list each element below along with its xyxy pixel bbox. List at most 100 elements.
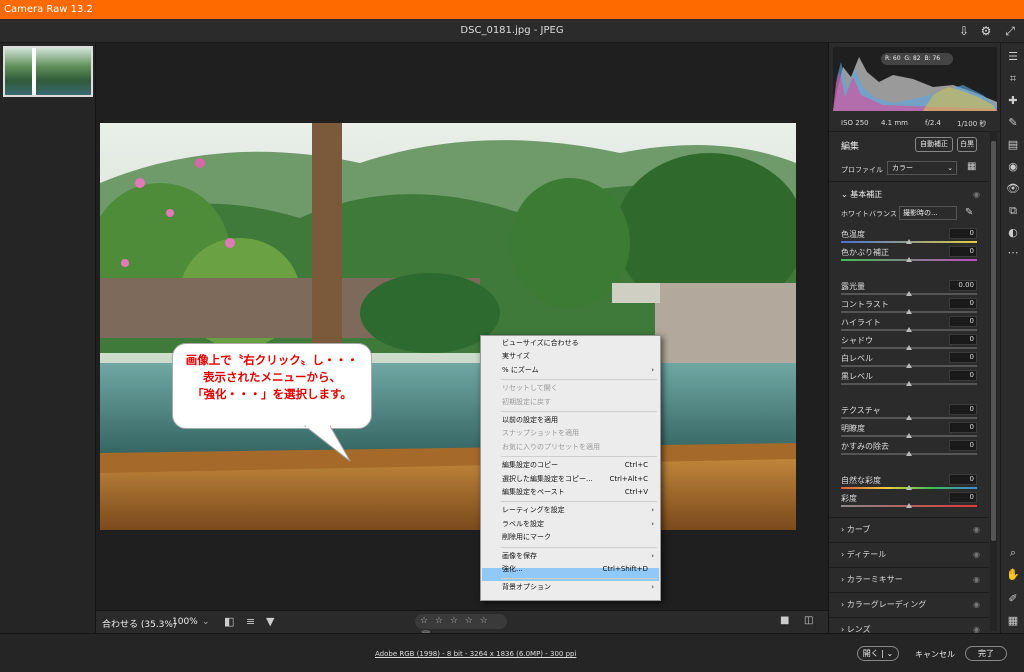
fullscreen-icon[interactable]: ⤢ [1002,23,1018,39]
eye-icon[interactable]: ◉ [973,543,980,567]
radial-icon[interactable]: ◉ [1005,159,1021,175]
more-icon[interactable]: ⋯ [1005,245,1021,261]
slider-value-field[interactable]: 0 [949,440,977,451]
slider-value-field[interactable]: 0 [949,370,977,381]
thumbnail[interactable] [3,46,93,97]
compare-icon[interactable]: ◧ [224,615,234,628]
zoom-icon[interactable]: ⌕ [1005,545,1021,561]
snapshot-icon[interactable]: ⧉ [1005,203,1021,219]
menu-item[interactable]: 背景オプション › [481,581,660,594]
auto-button[interactable]: 自動補正 [915,137,953,152]
slider-value-field[interactable]: 0 [949,228,977,239]
slider-handle[interactable] [906,485,912,490]
slider-handle[interactable] [906,363,912,368]
slider-handle[interactable] [906,239,912,244]
zoom-100-label[interactable]: 100% [172,617,198,627]
eye-icon[interactable]: ◉ [973,593,980,617]
image-info-link[interactable]: Adobe RGB (1998) - 8 bit - 3264 x 1836 (… [375,650,576,658]
bw-button[interactable]: 白黒 [957,137,977,152]
menu-item-label: リセットして開く [502,384,558,393]
profile-select[interactable]: カラー ⌄ [887,161,957,175]
panel-section[interactable]: › カラーミキサー ◉ [829,567,989,591]
section-label: カラーグレーディング [846,600,927,609]
crop-icon[interactable]: ⌗ [1005,71,1021,87]
menu-item[interactable]: 以前の設定を適用 [481,414,660,427]
menu-item[interactable]: 編集設定のコピー Ctrl+C [481,459,660,472]
slider-value-field[interactable]: 0 [949,298,977,309]
slider-handle[interactable] [906,503,912,508]
wb-select[interactable]: 撮影時の... [899,206,957,220]
split-view-icon[interactable]: ◫ [804,615,813,626]
slider-value-field[interactable]: 0 [949,492,977,503]
slider-handle[interactable] [906,327,912,332]
cancel-button[interactable]: キャンセル [915,649,955,660]
hand-icon[interactable]: ✋ [1005,567,1021,583]
gear-icon[interactable]: ⚙ [978,23,994,39]
grid-icon[interactable]: ▦ [1005,613,1021,629]
aperture-info: f/2.4 [925,119,941,127]
zoom-dropdown-icon[interactable]: ⌄ [202,617,210,627]
eye-icon[interactable]: ◉ [973,190,980,199]
filter-icon[interactable]: ▼ [266,615,274,628]
panel-section[interactable]: › レンズ ◉ [829,617,989,641]
slider-handle[interactable] [906,345,912,350]
done-button[interactable]: 完了 [965,646,1007,661]
slider-value-field[interactable]: 0.00 [949,280,977,291]
menu-item[interactable]: ビューサイズに合わせる [481,337,660,350]
basic-section-header[interactable]: ⌄ 基本補正 [841,189,882,200]
slider-handle[interactable] [906,415,912,420]
rating-stars[interactable]: ☆ ☆ ☆ ☆ ☆ 🗑 [415,614,507,641]
brush-icon[interactable]: ✎ [1005,115,1021,131]
profile-browser-icon[interactable]: ▦ [967,161,976,172]
menu-item[interactable]: 実サイズ [481,350,660,363]
eye-icon[interactable]: ◉ [973,518,980,542]
slider-handle[interactable] [906,257,912,262]
slider-value-field[interactable]: 0 [949,422,977,433]
save-icon[interactable]: ⇩ [956,23,972,39]
menu-shortcut: Ctrl+V [624,488,648,496]
slider-value-field[interactable]: 0 [949,474,977,485]
sampler-icon[interactable]: ✐ [1005,591,1021,607]
panel-section[interactable]: › ディテール ◉ [829,542,989,566]
edit-sliders-icon[interactable]: ☰ [1005,49,1021,65]
slider-handle[interactable] [906,381,912,386]
eyedropper-icon[interactable]: ✎ [965,207,973,218]
rgb-readout: R: 60 G: 82 B: 76 [881,53,953,65]
menu-item[interactable]: 強化... Ctrl+Shift+D [481,563,660,576]
slider-handle[interactable] [906,309,912,314]
profile-label: プロファイル [841,166,883,174]
slider-handle[interactable] [906,451,912,456]
before-after-icon[interactable]: ■ [780,615,789,626]
menu-item-label: 画像を保存 [502,551,537,560]
menu-item[interactable]: レーティングを設定 › [481,504,660,517]
slider-handle[interactable] [906,291,912,296]
panel-section[interactable]: › カーブ ◉ [829,517,989,541]
menu-item-label: 削除用にマーク [502,533,551,542]
gradient-icon[interactable]: ▤ [1005,137,1021,153]
menu-item[interactable]: ラベルを設定 › [481,518,660,531]
photo-preview[interactable] [100,123,796,530]
scrollbar-thumb[interactable] [991,141,996,541]
fit-zoom-label[interactable]: 合わせる (35.3%) [102,617,176,630]
slider-value-field[interactable]: 0 [949,246,977,257]
menu-item[interactable]: % にズーム › [481,364,660,377]
presets-icon[interactable]: ◐ [1005,225,1021,241]
panel-section[interactable]: › カラーグレーディング ◉ [829,592,989,616]
open-button[interactable]: 開く | ⌄ [857,646,899,661]
slider-value-field[interactable]: 0 [949,316,977,327]
healing-icon[interactable]: ✚ [1005,93,1021,109]
sort-icon[interactable]: ≡ [246,615,255,628]
menu-item[interactable]: 画像を保存 › [481,550,660,563]
menu-item[interactable]: 削除用にマーク [481,531,660,544]
scrollbar[interactable] [990,131,997,631]
slider-value-field[interactable]: 0 [949,334,977,345]
redeye-icon[interactable]: 👁 [1005,181,1021,197]
eye-icon[interactable]: ◉ [973,568,980,592]
menu-item[interactable]: 編集設定をペースト Ctrl+V [481,486,660,499]
rating-stars-label[interactable]: ☆ ☆ ☆ ☆ ☆ [420,616,490,626]
eye-icon[interactable]: ◉ [973,618,980,642]
menu-item[interactable]: 選択した編集設定をコピー... Ctrl+Alt+C [481,473,660,486]
slider-value-field[interactable]: 0 [949,352,977,363]
slider-handle[interactable] [906,433,912,438]
slider-value-field[interactable]: 0 [949,404,977,415]
